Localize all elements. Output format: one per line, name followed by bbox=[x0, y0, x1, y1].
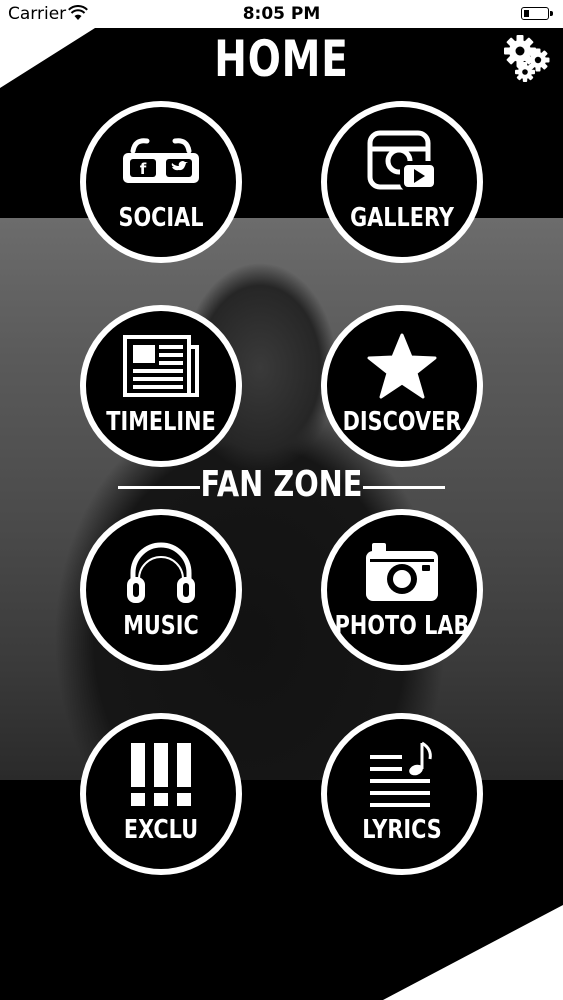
page-title: HOME bbox=[214, 30, 349, 88]
tile-label-music: MUSIC bbox=[123, 611, 199, 641]
newspaper-icon bbox=[123, 335, 199, 397]
social-glasses-icon: f bbox=[123, 138, 199, 183]
headphones-icon bbox=[127, 542, 195, 603]
settings-gear-icon[interactable] bbox=[503, 34, 553, 84]
discover-button[interactable]: DISCOVER bbox=[321, 305, 483, 467]
gallery-icon bbox=[367, 130, 438, 191]
fan-zone-heading: FAN ZONE bbox=[200, 464, 363, 505]
svg-text:f: f bbox=[140, 160, 147, 178]
status-bar: Carrier 8:05 PM bbox=[0, 0, 563, 28]
tile-label-social: SOCIAL bbox=[118, 203, 204, 233]
tile-label-photo-lab: PHOTO LAB bbox=[334, 611, 470, 641]
status-time: 8:05 PM bbox=[242, 4, 321, 24]
music-button[interactable]: MUSIC bbox=[80, 509, 242, 671]
battery-icon bbox=[521, 7, 553, 20]
tile-label-exclu: EXCLU bbox=[123, 815, 199, 845]
tile-label-timeline: TIMELINE bbox=[106, 407, 216, 437]
photo-lab-button[interactable]: PHOTO LAB bbox=[321, 509, 483, 671]
social-button[interactable]: f SOCIAL bbox=[80, 101, 242, 263]
exclamation-icon bbox=[131, 743, 191, 806]
tile-label-lyrics: LYRICS bbox=[362, 815, 442, 845]
lyrics-button[interactable]: LYRICS bbox=[321, 713, 483, 875]
exclu-button[interactable]: EXCLU bbox=[80, 713, 242, 875]
star-icon bbox=[367, 333, 437, 399]
tile-label-discover: DISCOVER bbox=[342, 407, 462, 437]
fan-zone-divider: FAN ZONE bbox=[0, 462, 563, 508]
divider-line-right bbox=[363, 486, 445, 489]
camera-icon bbox=[366, 543, 438, 601]
timeline-button[interactable]: TIMELINE bbox=[80, 305, 242, 467]
bottom-right-corner-decoration bbox=[383, 905, 563, 1000]
tile-label-gallery: GALLERY bbox=[350, 203, 454, 233]
gallery-button[interactable]: GALLERY bbox=[321, 101, 483, 263]
music-note-lyrics-icon bbox=[370, 741, 432, 807]
